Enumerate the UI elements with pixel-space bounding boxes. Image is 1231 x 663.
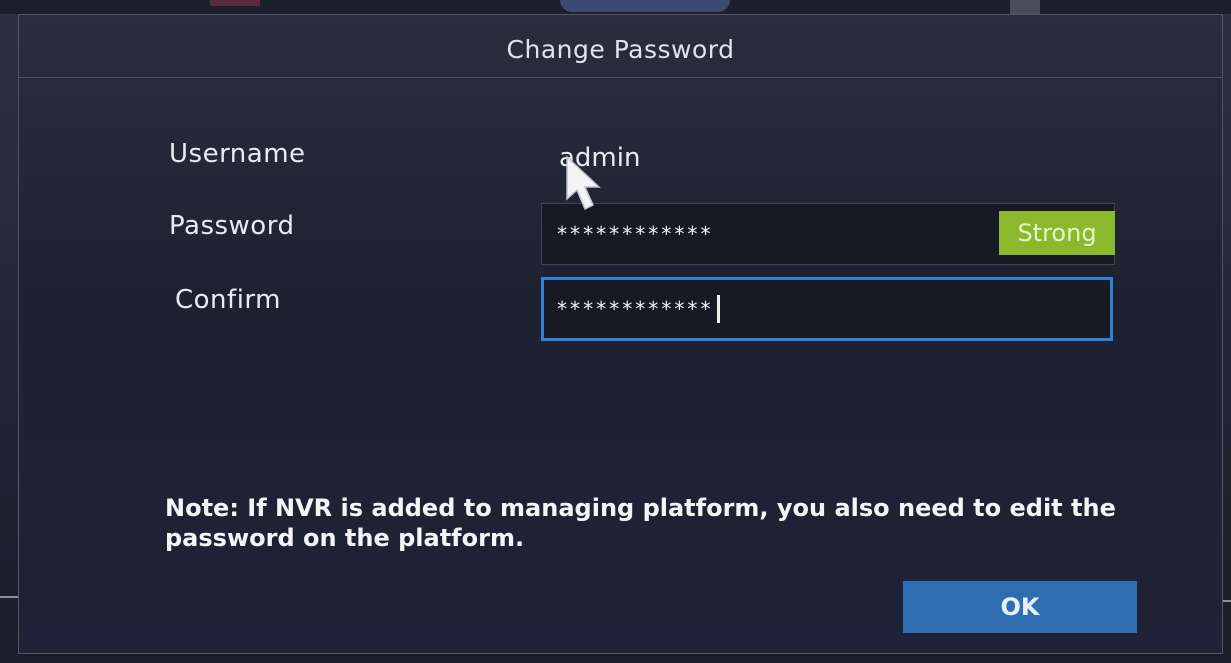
mouse-pointer-icon (566, 155, 601, 211)
confirm-field-value: ************ (556, 297, 713, 321)
change-password-dialog: Change Password Username admin Password … (18, 14, 1223, 654)
frame-line (1223, 600, 1231, 602)
frame-line (0, 596, 18, 598)
background-fragment (210, 0, 260, 6)
dialog-title-bar: Change Password (19, 15, 1222, 78)
confirm-password-field[interactable]: ************ (541, 277, 1113, 341)
username-label: Username (169, 139, 306, 169)
dialog-title: Change Password (506, 35, 735, 64)
password-label: Password (169, 211, 295, 241)
password-field-value: ************ (556, 222, 713, 246)
platform-note: Note: If NVR is added to managing platfo… (165, 494, 1116, 552)
password-strength-badge: Strong (999, 211, 1115, 255)
ok-button[interactable]: OK (903, 581, 1137, 633)
text-caret (716, 295, 720, 323)
nvr-screen: Change Password Username admin Password … (0, 0, 1231, 663)
background-fragment (1010, 0, 1040, 14)
background-fragment (560, 0, 730, 12)
confirm-label: Confirm (175, 285, 281, 315)
background-strip (0, 0, 1231, 14)
